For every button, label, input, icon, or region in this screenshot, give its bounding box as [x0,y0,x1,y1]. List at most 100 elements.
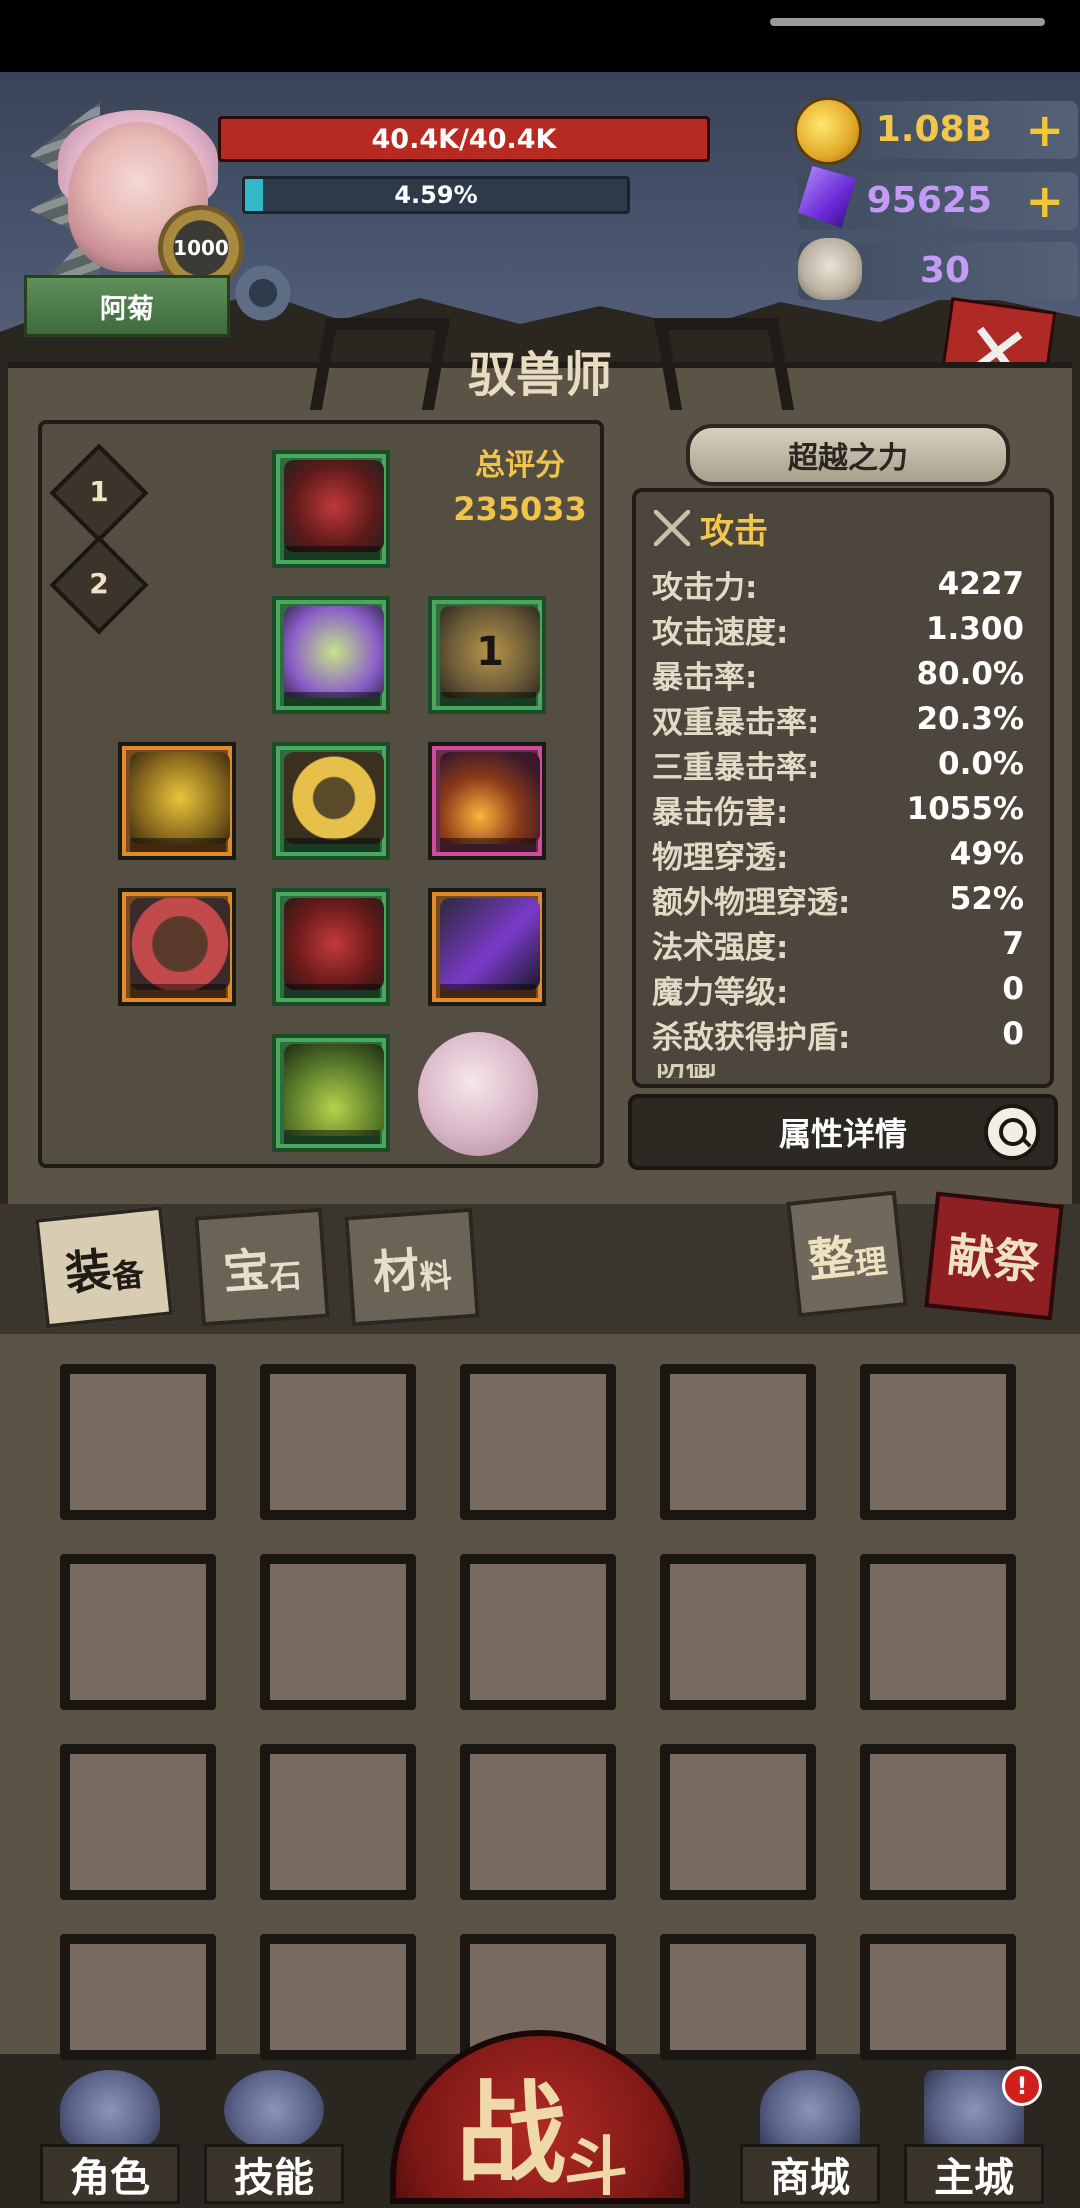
swirl-icon [224,2070,324,2150]
exp-bar-text: 4.59% [394,181,478,209]
sort-button[interactable]: 整理 [786,1190,908,1318]
stat-value: 1055% [906,791,1024,827]
nav-role[interactable]: 角色 [40,2070,180,2204]
helmet-icon [60,2070,160,2150]
inventory-cell[interactable] [860,1554,1016,1710]
stat-label: 法术强度: [652,929,789,966]
gold-coin-icon [794,97,862,165]
skull-value: 30 [919,250,970,291]
gold-value: 1.08B [875,109,992,150]
inventory-cell[interactable] [860,1934,1016,2060]
stat-row: 额外物理穿透: 52% [652,877,1024,921]
gem-add-button[interactable]: + [1025,172,1064,230]
stat-value: 7 [1002,926,1024,962]
gold-add-button[interactable]: + [1025,101,1064,159]
stat-row: 法术强度: 7 [652,922,1024,966]
equip-slot-cloak[interactable] [272,596,390,714]
home-indicator [770,18,1045,26]
tab-gems[interactable]: 宝石 [194,1207,330,1327]
stat-row: 魔力等级: 0 [652,967,1024,1011]
equip-slot-plant[interactable] [272,1034,390,1152]
stat-row: 物理穿透: 49% [652,832,1024,876]
stat-label: 魔力等级: [652,974,789,1011]
battle-button[interactable]: 战 斗 [390,2030,690,2205]
exp-bar: 4.59% [242,176,630,214]
inventory-cell[interactable] [60,1934,216,2060]
tab-materials[interactable]: 材料 [344,1207,480,1327]
stat-label: 攻击力: [652,569,758,606]
status-bar [0,0,1080,72]
equip-slot-rope[interactable] [272,742,390,860]
skull-currency: 30 [798,238,1078,300]
stats-next-section-partial: 防御 [656,1064,856,1078]
stat-label: 双重暴击率: [652,704,820,741]
nav-shop[interactable]: 商城 [740,2070,880,2204]
stat-label: 暴击率: [652,659,758,696]
inventory-cell[interactable] [460,1744,616,1900]
inventory-cell[interactable] [260,1364,416,1520]
nav-skills[interactable]: 技能 [204,2070,344,2204]
inventory-cell[interactable] [60,1744,216,1900]
beyond-power-button[interactable]: 超越之力 [686,424,1010,486]
inventory-cell[interactable] [260,1554,416,1710]
equip-slot-helmet[interactable] [272,450,390,568]
equip-slot-medal[interactable]: 1 [428,596,546,714]
gem-currency: 95625 + [798,166,1078,230]
search-icon[interactable] [984,1104,1040,1160]
pet-slot-bubble[interactable] [418,1032,538,1156]
stat-label: 三重暴击率: [652,749,820,786]
equip-slot-claw[interactable] [118,742,236,860]
inventory-cell[interactable] [260,1744,416,1900]
equip-slot-bow[interactable] [118,888,236,1006]
gem-value: 95625 [866,180,992,221]
inventory-cell[interactable] [860,1744,1016,1900]
stat-value: 20.3% [916,701,1024,737]
inventory-cell[interactable] [60,1364,216,1520]
stat-value: 0 [1002,971,1024,1007]
inventory-cell[interactable] [660,1364,816,1520]
shop-tent-icon [760,2070,860,2150]
score-value: 235033 [453,490,587,528]
alert-badge: ! [1002,2066,1042,2106]
ram-skull-icon [798,238,862,300]
stat-value: 80.0% [916,656,1024,692]
stat-row: 暴击率: 80.0% [652,652,1024,696]
inventory-cell[interactable] [660,1744,816,1900]
stat-row: 暴击伤害: 1055% [652,787,1024,831]
score-label: 总评分 [475,448,565,483]
stat-label: 杀敌获得护盾: [652,1019,851,1056]
inventory-cell[interactable] [260,1934,416,2060]
stat-value: 49% [949,836,1024,872]
inventory-cell[interactable] [860,1364,1016,1520]
stat-row: 双重暴击率: 20.3% [652,697,1024,741]
stats-section-title: 攻击 [654,500,768,556]
inventory-cell[interactable] [60,1554,216,1710]
purple-gem-icon [798,166,856,228]
settings-gear-icon[interactable] [228,258,298,328]
equip-slot-orb[interactable] [428,742,546,860]
stat-value: 4227 [937,566,1024,602]
stat-label: 物理穿透: [652,839,789,876]
equip-slot-blade[interactable] [428,888,546,1006]
stat-value: 0.0% [938,746,1024,782]
stat-label: 暴击伤害: [652,794,789,831]
stat-value: 1.300 [925,611,1024,647]
inventory-cell[interactable] [660,1554,816,1710]
stat-label: 攻击速度: [652,614,789,651]
stat-row: 三重暴击率: 0.0% [652,742,1024,786]
stat-row: 攻击速度: 1.300 [652,607,1024,651]
hp-bar: 40.4K/40.4K [218,116,710,162]
inventory-cell[interactable] [660,1934,816,2060]
stat-value: 52% [949,881,1024,917]
stat-row: 攻击力: 4227 [652,562,1024,606]
tab-equipment[interactable]: 装备 [34,1205,174,1329]
crossed-swords-icon [654,510,690,546]
stat-row: 杀敌获得护盾: 0 [652,1012,1024,1056]
inventory-cell[interactable] [460,1364,616,1520]
player-name: 阿菊 [24,275,230,337]
sacrifice-button[interactable]: 献祭 [924,1191,1064,1321]
gold-currency: 1.08B + [794,97,1078,165]
stat-value: 0 [1002,1016,1024,1052]
equip-slot-armor[interactable] [272,888,390,1006]
inventory-cell[interactable] [460,1554,616,1710]
